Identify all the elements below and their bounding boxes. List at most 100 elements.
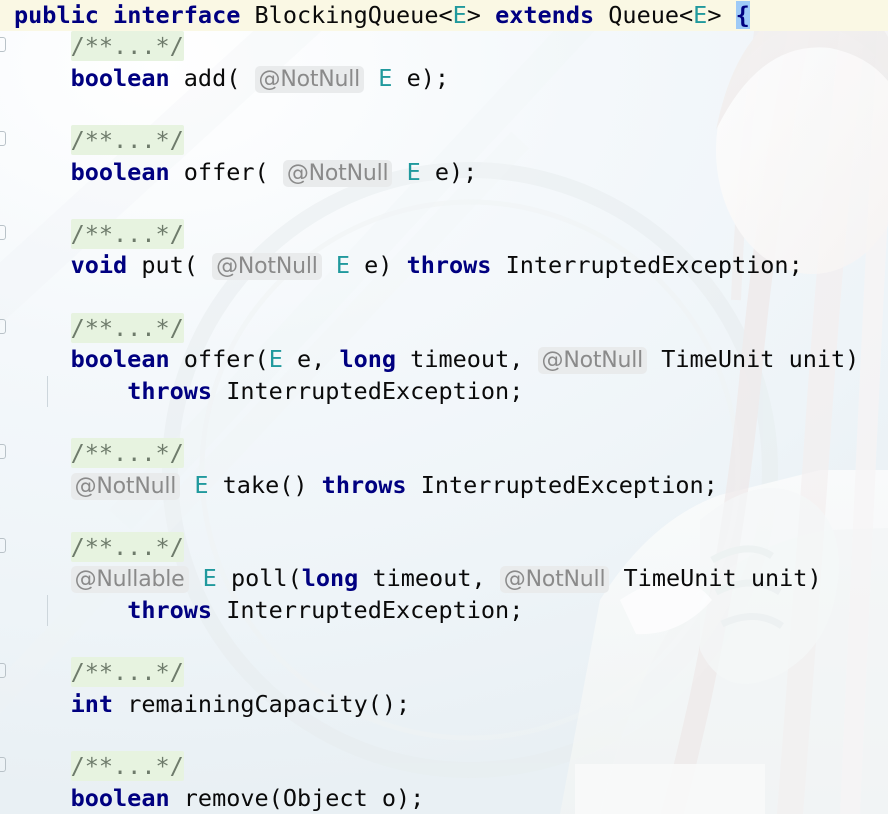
annotation-inlay-notnull[interactable]: @NotNull [212,253,322,281]
code-line-9[interactable]: void put( @NotNull E e) throws Interrupt… [0,250,888,281]
keyword-token: boolean [70,157,170,186]
code-token: Queue< [594,1,694,29]
code-line-text: boolean offer(E e, long timeout, @NotNul… [0,344,859,376]
keyword-token: boolean [70,345,170,374]
keyword-token: extends [495,1,595,29]
type-parameter-token: E [335,251,350,280]
code-line-19[interactable]: @Nullable E poll(long timeout, @NotNull … [0,563,888,594]
keyword-token: boolean [70,783,170,812]
code-line-text: void put( @NotNull E e) throws Interrupt… [0,250,803,282]
code-line-26[interactable]: boolean remove(Object o); [0,783,888,814]
code-line-15[interactable]: /**...*/ [0,438,888,469]
folded-javadoc-placeholder[interactable]: /**...*/ [70,313,184,343]
code-token: poll( [216,564,302,593]
code-line-25[interactable]: /**...*/ [0,751,888,782]
type-parameter-token: E [406,157,421,186]
code-line-text: /**...*/ [0,219,184,250]
code-line-3[interactable]: boolean add( @NotNull E e); [0,63,888,94]
annotation-inlay-nullable[interactable]: @Nullable [70,566,189,594]
annotation-inlay-notnull[interactable]: @NotNull [499,566,610,594]
code-editor-pane[interactable]: public interface BlockingQueue<E> extend… [0,0,888,814]
keyword-token: throws [321,470,407,499]
code-line-17[interactable] [0,501,888,532]
folded-javadoc-placeholder[interactable]: /**...*/ [70,125,184,156]
code-line-8[interactable]: /**...*/ [0,219,888,250]
type-parameter-token: E [452,1,467,29]
code-token: > [707,1,736,29]
folded-javadoc-placeholder[interactable]: /**...*/ [70,532,184,563]
code-line-12[interactable]: boolean offer(E e, long timeout, @NotNul… [0,344,888,375]
code-token: e); [420,157,478,186]
code-line-10[interactable] [0,282,888,313]
code-line-text: throws InterruptedException; [0,595,523,626]
code-token: take() [208,470,322,499]
code-token: offer( [169,157,283,186]
annotation-inlay-notnull[interactable]: @NotNull [70,472,181,500]
code-line-text: boolean add( @NotNull E e); [0,63,449,95]
code-line-21[interactable] [0,626,888,657]
code-line-text: /**...*/ [0,313,184,344]
code-line-14[interactable] [0,407,888,438]
code-line-text: /**...*/ [0,438,184,469]
code-line-16[interactable]: @NotNull E take() throws InterruptedExce… [0,470,888,501]
code-line-5[interactable]: /**...*/ [0,125,888,156]
keyword-token: throws [406,251,492,280]
code-token: InterruptedException; [491,251,803,280]
code-line-18[interactable]: /**...*/ [0,532,888,563]
code-token: put( [127,251,213,280]
code-line-text: int remainingCapacity(); [0,689,411,720]
code-token: timeout, [358,564,500,593]
code-line-text: /**...*/ [0,751,184,782]
keyword-token: int [70,689,114,718]
annotation-inlay-notnull[interactable]: @NotNull [537,347,648,375]
folded-javadoc-placeholder[interactable]: /**...*/ [70,219,184,250]
code-line-text: boolean remove(Object o); [0,783,425,814]
code-line-text: /**...*/ [0,31,184,62]
code-line-23[interactable]: int remainingCapacity(); [0,689,888,720]
code-line-1[interactable]: public interface BlockingQueue<E> extend… [0,0,888,32]
code-line-20[interactable]: throws InterruptedException; [0,594,888,626]
keyword-token: long [339,345,397,374]
code-text-area[interactable]: public interface BlockingQueue<E> extend… [0,0,888,814]
keyword-token: void [70,251,128,280]
code-line-13[interactable]: throws InterruptedException; [0,375,888,407]
code-line-7[interactable] [0,188,888,219]
matching-brace-token: { [735,1,750,29]
code-token: e, [282,345,340,374]
annotation-inlay-notnull[interactable]: @NotNull [254,65,365,93]
code-token: TimeUnit unit) [647,345,860,374]
folded-javadoc-placeholder[interactable]: /**...*/ [70,31,184,62]
code-line-11[interactable]: /**...*/ [0,313,888,344]
folded-javadoc-placeholder[interactable]: /**...*/ [70,657,184,688]
folded-javadoc-placeholder[interactable]: /**...*/ [70,751,184,782]
code-token: > [466,1,496,29]
code-token: remainingCapacity(); [113,689,411,718]
code-token: InterruptedException; [406,470,718,499]
code-line-22[interactable]: /**...*/ [0,657,888,688]
code-line-2[interactable]: /**...*/ [0,31,888,62]
code-token: remove(Object o); [169,783,425,812]
code-line-4[interactable] [0,94,888,125]
code-line-6[interactable]: boolean offer( @NotNull E e); [0,157,888,188]
code-line-text: boolean offer( @NotNull E e); [0,157,477,189]
type-parameter-token: E [194,470,209,499]
code-line-text: @NotNull E take() throws InterruptedExce… [0,470,718,502]
keyword-token: public [14,1,99,29]
annotation-inlay-notnull[interactable]: @NotNull [282,159,393,187]
code-line-24[interactable] [0,720,888,751]
folded-javadoc-placeholder[interactable]: /**...*/ [70,438,184,469]
